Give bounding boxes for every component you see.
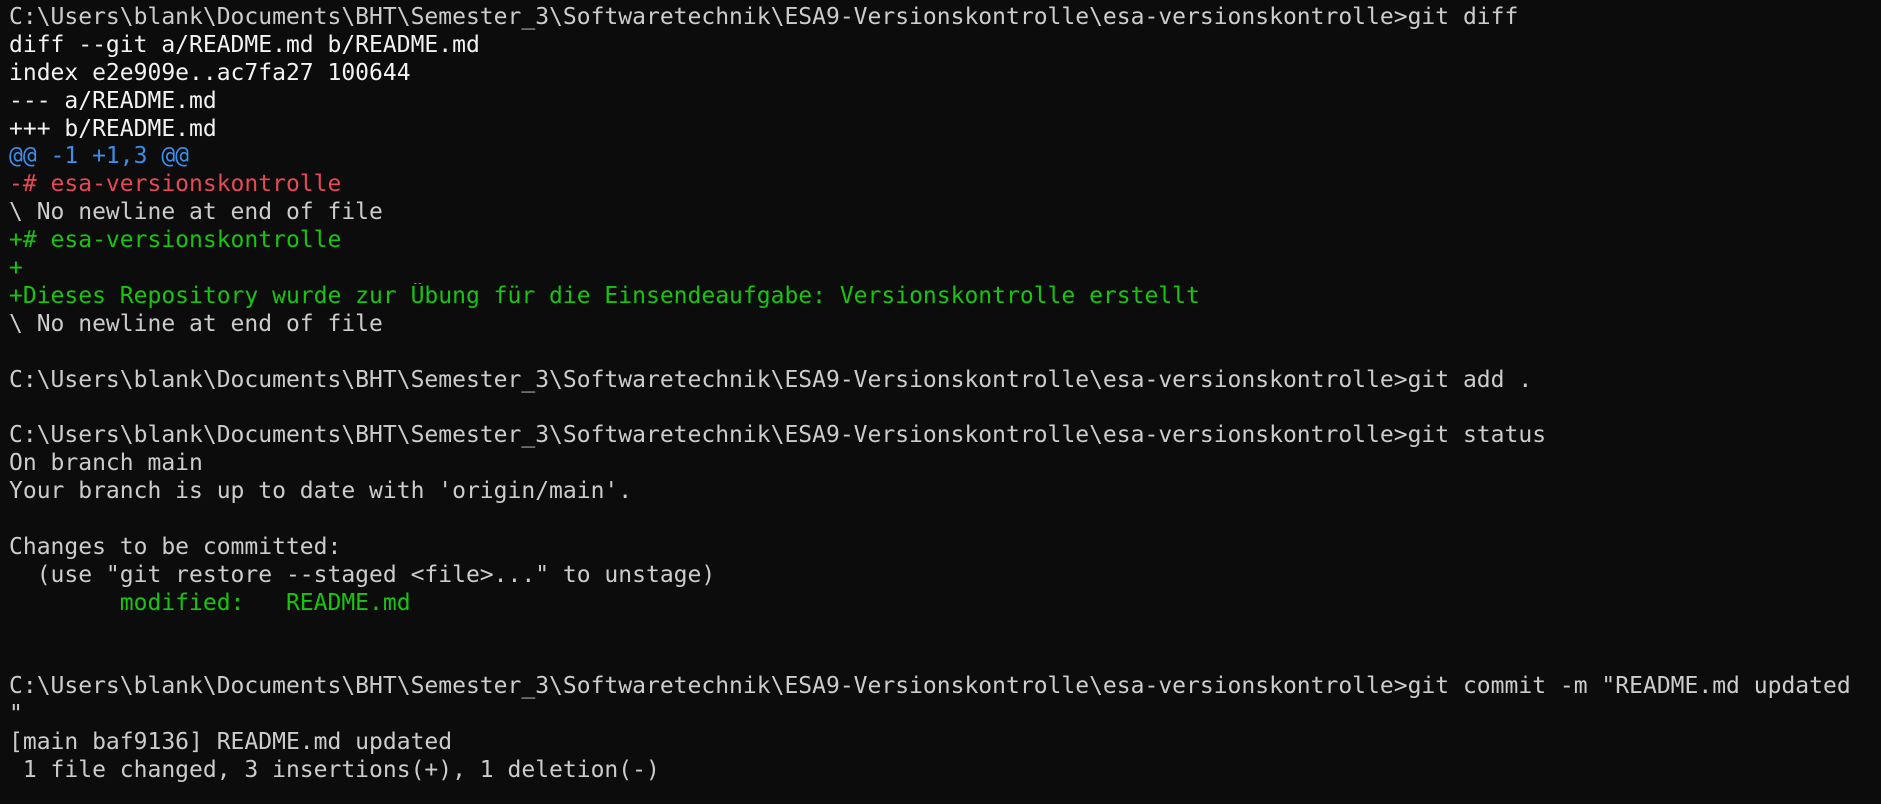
diff-header-line: --- a/README.md (9, 87, 217, 114)
diff-added-line: modified: README.md (9, 589, 411, 616)
output-line: Changes to be committed: (9, 533, 342, 560)
command-prompt-line: C:\Users\blank\Documents\BHT\Semester_3\… (9, 4, 1519, 30)
output-line: \ No newline at end of file (9, 310, 383, 337)
terminal-window[interactable]: C:\Users\blank\Documents\BHT\Semester_3\… (0, 0, 1881, 804)
command-prompt-line: C:\Users\blank\Documents\BHT\Semester_3\… (9, 366, 1533, 393)
terminal-output: C:\Users\blank\Documents\BHT\Semester_3\… (9, 4, 1881, 785)
command-prompt-line: C:\Users\blank\Documents\BHT\Semester_3\… (9, 422, 1547, 449)
diff-added-line: +# esa-versionskontrolle (9, 227, 342, 254)
output-line: 1 file changed, 3 insertions(+), 1 delet… (9, 757, 660, 784)
output-line: \ No newline at end of file (9, 199, 383, 226)
output-line: " (9, 701, 23, 728)
output-line: (use "git restore --staged <file>..." to… (9, 561, 716, 588)
diff-removed-line: -# esa-versionskontrolle (9, 171, 342, 198)
diff-added-line: + (9, 255, 23, 282)
command-prompt-line: C:\Users\blank\Documents\BHT\Semester_3\… (9, 673, 1851, 700)
output-line: On branch main (9, 450, 203, 477)
diff-header-line: diff --git a/README.md b/README.md (9, 31, 480, 58)
diff-hunk-line: @@ -1 +1,3 @@ (9, 143, 190, 170)
diff-header-line: index e2e909e..ac7fa27 100644 (9, 59, 411, 86)
diff-header-line: +++ b/README.md (9, 115, 217, 142)
output-line: [main baf9136] README.md updated (9, 729, 453, 756)
output-line: Your branch is up to date with 'origin/m… (9, 478, 633, 505)
diff-added-line: +Dieses Repository wurde zur Übung für d… (9, 282, 1200, 309)
